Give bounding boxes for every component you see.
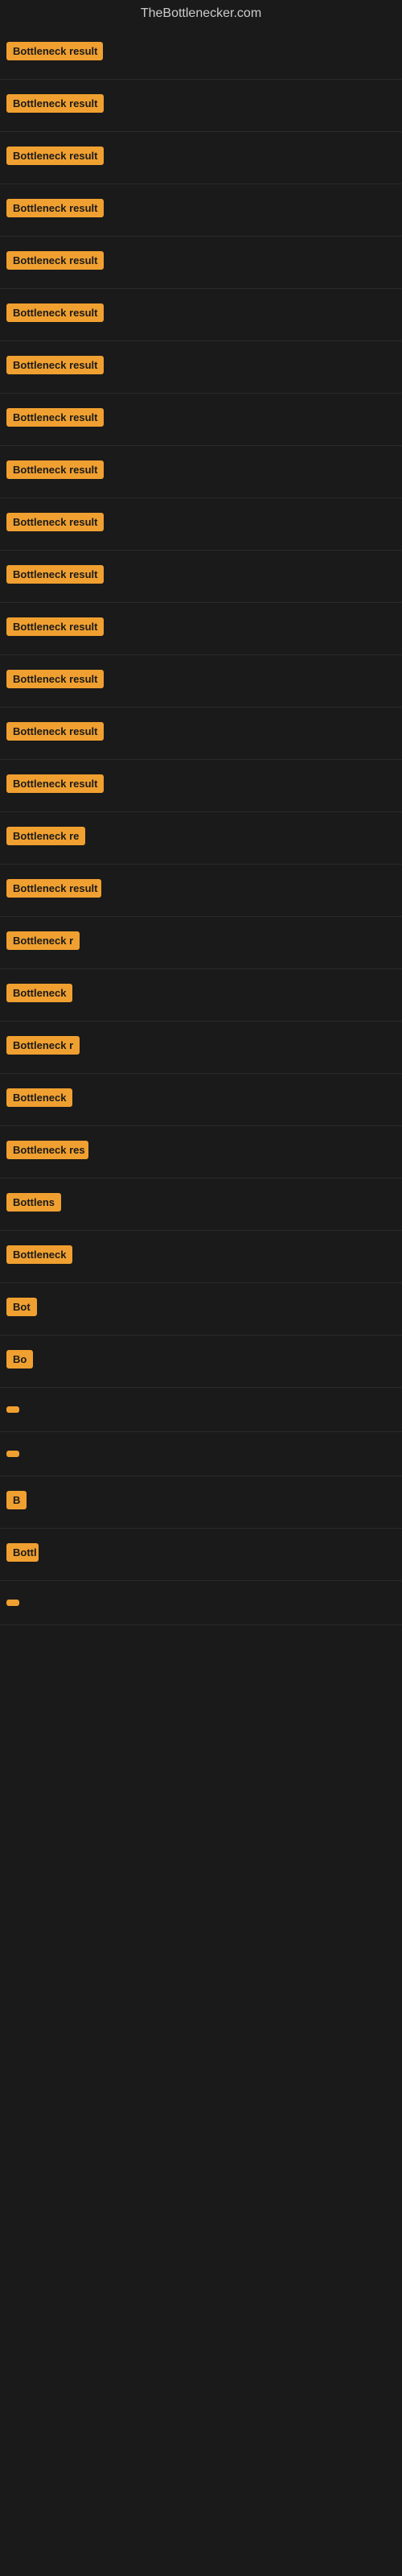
list-item[interactable]: Bot bbox=[0, 1283, 402, 1335]
list-item[interactable]: Bottleneck re bbox=[0, 812, 402, 865]
list-item[interactable]: B bbox=[0, 1476, 402, 1529]
list-item[interactable]: Bottleneck res bbox=[0, 1126, 402, 1179]
bottleneck-result-badge[interactable]: Bo bbox=[6, 1350, 33, 1368]
bottleneck-result-badge[interactable]: Bottleneck result bbox=[6, 356, 104, 374]
bottleneck-result-badge[interactable] bbox=[6, 1406, 19, 1413]
footer-space bbox=[0, 1625, 402, 1786]
bottleneck-result-badge[interactable]: Bottleneck result bbox=[6, 42, 103, 60]
bottleneck-result-badge[interactable]: Bottleneck result bbox=[6, 513, 104, 531]
bottleneck-result-badge[interactable]: Bottleneck result bbox=[6, 670, 104, 688]
list-item[interactable]: Bottleneck bbox=[0, 1074, 402, 1126]
bottleneck-result-badge[interactable]: Bottl bbox=[6, 1543, 39, 1562]
bottleneck-result-badge[interactable]: Bottleneck result bbox=[6, 565, 104, 584]
bottleneck-result-badge[interactable]: Bottleneck result bbox=[6, 722, 104, 741]
list-item[interactable] bbox=[0, 1432, 402, 1476]
list-item[interactable]: Bottleneck result bbox=[0, 27, 402, 80]
list-item[interactable]: Bottleneck result bbox=[0, 341, 402, 394]
bottleneck-result-badge[interactable]: Bottleneck result bbox=[6, 460, 104, 479]
site-title: TheBottlenecker.com bbox=[0, 0, 402, 27]
bottleneck-result-badge[interactable]: Bottleneck result bbox=[6, 147, 104, 165]
list-item[interactable] bbox=[0, 1581, 402, 1625]
list-item[interactable] bbox=[0, 1388, 402, 1432]
bottleneck-result-badge[interactable]: Bottleneck r bbox=[6, 1036, 80, 1055]
bottleneck-result-badge[interactable]: Bottleneck result bbox=[6, 408, 104, 427]
bottleneck-result-badge[interactable]: Bottleneck result bbox=[6, 251, 104, 270]
bottleneck-result-badge[interactable]: Bottleneck re bbox=[6, 827, 85, 845]
list-item[interactable]: Bottleneck result bbox=[0, 184, 402, 237]
list-item[interactable]: Bottleneck bbox=[0, 1231, 402, 1283]
bottleneck-result-badge[interactable]: Bot bbox=[6, 1298, 37, 1316]
bottleneck-result-badge[interactable]: Bottleneck result bbox=[6, 879, 101, 898]
bottleneck-result-badge[interactable]: Bottleneck result bbox=[6, 617, 104, 636]
bottleneck-result-badge[interactable]: Bottleneck res bbox=[6, 1141, 88, 1159]
bottleneck-result-badge[interactable]: Bottleneck bbox=[6, 1245, 72, 1264]
list-item[interactable]: Bottleneck result bbox=[0, 655, 402, 708]
list-item[interactable]: Bottleneck result bbox=[0, 394, 402, 446]
bottleneck-result-badge[interactable]: Bottleneck result bbox=[6, 199, 104, 217]
list-item[interactable]: Bottleneck result bbox=[0, 760, 402, 812]
bottleneck-result-badge[interactable]: B bbox=[6, 1491, 27, 1509]
list-item[interactable]: Bottleneck result bbox=[0, 446, 402, 498]
list-item[interactable]: Bottleneck r bbox=[0, 1022, 402, 1074]
list-item[interactable]: Bottleneck result bbox=[0, 603, 402, 655]
bottleneck-result-badge[interactable]: Bottleneck bbox=[6, 1088, 72, 1107]
list-item[interactable]: Bottlens bbox=[0, 1179, 402, 1231]
list-item[interactable]: Bottleneck result bbox=[0, 80, 402, 132]
bottleneck-result-badge[interactable]: Bottleneck bbox=[6, 984, 72, 1002]
bottleneck-result-badge[interactable]: Bottlens bbox=[6, 1193, 61, 1212]
list-item[interactable]: Bottl bbox=[0, 1529, 402, 1581]
list-item[interactable]: Bottleneck r bbox=[0, 917, 402, 969]
bottleneck-result-badge[interactable]: Bottleneck result bbox=[6, 774, 104, 793]
list-item[interactable]: Bottleneck bbox=[0, 969, 402, 1022]
list-item[interactable]: Bo bbox=[0, 1335, 402, 1388]
bottleneck-result-badge[interactable] bbox=[6, 1451, 19, 1457]
list-item[interactable]: Bottleneck result bbox=[0, 865, 402, 917]
bottleneck-result-badge[interactable] bbox=[6, 1600, 19, 1606]
bottleneck-result-badge[interactable]: Bottleneck r bbox=[6, 931, 80, 950]
list-item[interactable]: Bottleneck result bbox=[0, 289, 402, 341]
list-item[interactable]: Bottleneck result bbox=[0, 498, 402, 551]
bottleneck-result-badge[interactable]: Bottleneck result bbox=[6, 303, 104, 322]
list-item[interactable]: Bottleneck result bbox=[0, 708, 402, 760]
list-item[interactable]: Bottleneck result bbox=[0, 237, 402, 289]
list-item[interactable]: Bottleneck result bbox=[0, 132, 402, 184]
bottleneck-result-badge[interactable]: Bottleneck result bbox=[6, 94, 104, 113]
list-item[interactable]: Bottleneck result bbox=[0, 551, 402, 603]
